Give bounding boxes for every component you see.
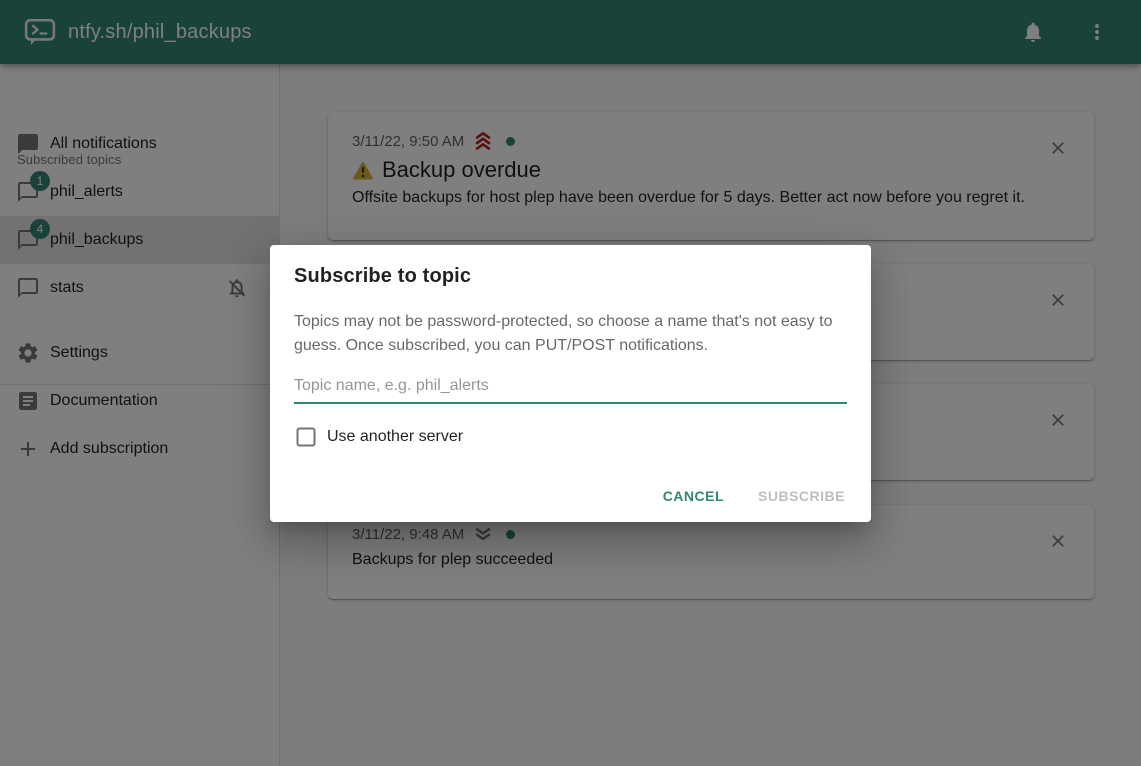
dialog-title: Subscribe to topic [294, 265, 847, 288]
subscribe-dialog: Subscribe to topic Topics may not be pas… [270, 245, 871, 522]
use-another-server-checkbox-row[interactable]: Use another server [294, 425, 847, 449]
dialog-description: Topics may not be password-protected, so… [294, 310, 847, 358]
checkbox-label: Use another server [327, 428, 463, 446]
ntfy-app: ntfy.sh/phil_backups Subscribed topics [0, 0, 1141, 766]
checkbox-unchecked-icon[interactable] [294, 425, 318, 449]
topic-name-input[interactable] [294, 371, 847, 404]
cancel-button[interactable]: CANCEL [653, 480, 734, 512]
subscribe-button[interactable]: SUBSCRIBE [748, 480, 855, 512]
